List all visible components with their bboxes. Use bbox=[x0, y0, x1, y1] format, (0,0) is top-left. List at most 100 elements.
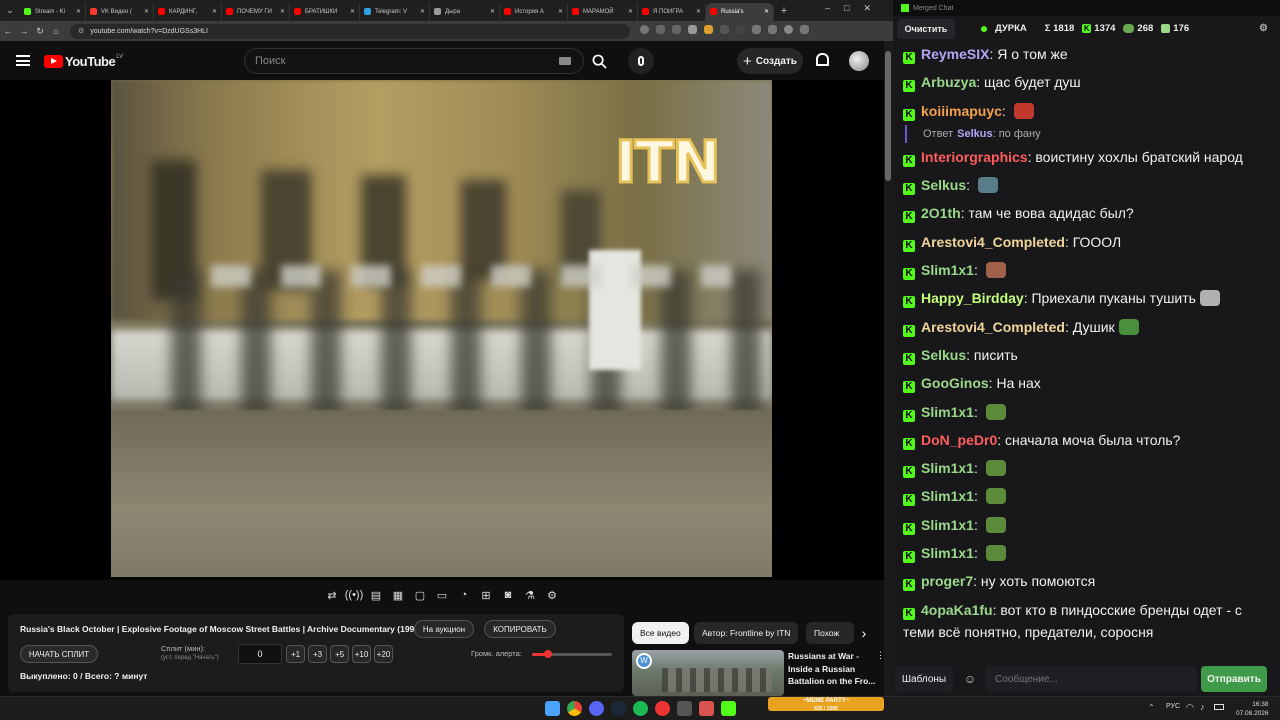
keyboard-icon[interactable] bbox=[559, 57, 571, 65]
copy-button[interactable]: КОПИРОВАТЬ bbox=[484, 620, 556, 638]
spotify-icon[interactable] bbox=[633, 701, 648, 716]
reload-icon[interactable]: ↻ bbox=[32, 26, 48, 37]
scrollbar-thumb[interactable] bbox=[885, 51, 891, 181]
chat-username[interactable]: Selkus bbox=[921, 347, 966, 363]
filmstrip-icon[interactable]: ▭ bbox=[434, 587, 450, 603]
chip-author[interactable]: Автор: Frontline by ITN bbox=[694, 622, 799, 644]
search-button[interactable] bbox=[584, 48, 614, 74]
chat-username[interactable]: 4opaKa1fu bbox=[921, 602, 993, 618]
tab-close-icon[interactable]: ✕ bbox=[350, 8, 355, 15]
minimize-icon[interactable]: – bbox=[825, 3, 844, 13]
language-indicator[interactable]: РУС bbox=[1166, 703, 1180, 710]
tab-10[interactable]: Я ПОИГРА ✕ bbox=[638, 2, 706, 21]
split-add-button[interactable]: +5 bbox=[330, 645, 349, 663]
voice-search-button[interactable] bbox=[628, 48, 654, 74]
alert-volume-slider[interactable] bbox=[532, 650, 612, 658]
tab-5[interactable]: БРАТИШКИ ✕ bbox=[290, 2, 360, 21]
tab-close-icon[interactable]: ✕ bbox=[280, 8, 285, 15]
chat-username[interactable]: koiiimapuyc bbox=[921, 103, 1002, 119]
chat-username[interactable]: Arestovi4_Completed bbox=[921, 234, 1065, 250]
chat-username[interactable]: Selkus bbox=[921, 177, 966, 193]
tab-close-icon[interactable]: ✕ bbox=[76, 8, 81, 15]
send-button[interactable]: Отправить bbox=[1201, 666, 1267, 692]
tab-3[interactable]: КАРДИНГ, ✕ bbox=[154, 2, 222, 21]
search-input[interactable]: Поиск bbox=[244, 48, 584, 74]
tab-search-icon[interactable]: ⌄ bbox=[0, 5, 20, 16]
tab-4[interactable]: ПОЧЕМУ ГИ ✕ bbox=[222, 2, 290, 21]
tab-close-icon[interactable]: ✕ bbox=[144, 8, 149, 15]
extension-icon-3[interactable] bbox=[720, 25, 729, 34]
meme-party-widget[interactable]: ~MEME PARTY~ 625 / 1500 bbox=[768, 697, 884, 712]
create-button[interactable]: + Создать bbox=[737, 48, 803, 74]
url-field[interactable]: ⚙ youtube.com/watch?v=DzdUGSs3HLI bbox=[70, 23, 630, 39]
related-more-icon[interactable]: ⋮ bbox=[876, 650, 884, 661]
discord-icon[interactable] bbox=[589, 701, 604, 716]
extension-icon-4[interactable] bbox=[736, 25, 745, 34]
chat-username[interactable]: Happy_Birdday bbox=[921, 290, 1024, 306]
video-player[interactable]: ITN bbox=[0, 80, 884, 580]
home-icon[interactable]: ⌂ bbox=[48, 26, 64, 36]
steam-icon[interactable] bbox=[611, 701, 626, 716]
chat-username[interactable]: Slim1x1 bbox=[921, 404, 974, 420]
add-frame-icon[interactable]: ⊞ bbox=[478, 587, 494, 603]
gear-icon[interactable]: ⚙ bbox=[544, 587, 560, 603]
speedometer-icon[interactable]: ◔ bbox=[456, 587, 472, 603]
profile-icon[interactable] bbox=[784, 25, 793, 34]
split-add-button[interactable]: +20 bbox=[374, 645, 393, 663]
hamburger-menu-icon[interactable] bbox=[16, 55, 30, 66]
split-add-button[interactable]: +3 bbox=[308, 645, 327, 663]
kick-app-icon[interactable] bbox=[721, 701, 736, 716]
chat-settings-icon[interactable]: ⚙ bbox=[1259, 23, 1268, 34]
browser-menu-icon[interactable] bbox=[800, 25, 809, 34]
chat-username[interactable]: Slim1x1 bbox=[921, 488, 974, 504]
chip-similar[interactable]: Похож bbox=[806, 622, 854, 644]
extension-icon-2[interactable] bbox=[704, 25, 713, 34]
terminal-icon[interactable] bbox=[677, 701, 692, 716]
opera-icon[interactable] bbox=[655, 701, 670, 716]
tab-close-icon[interactable]: ✕ bbox=[696, 8, 701, 15]
tab-6[interactable]: Telegram: V ✕ bbox=[360, 2, 430, 21]
bookmark-star-icon[interactable] bbox=[672, 25, 681, 34]
alert-volume-knob[interactable] bbox=[544, 650, 552, 658]
youtube-logo[interactable]: YouTube LV bbox=[44, 54, 123, 69]
reply-user[interactable]: Selkus bbox=[957, 128, 992, 140]
clapper-icon[interactable]: ▦ bbox=[390, 587, 406, 603]
start-split-button[interactable]: НАЧАТЬ СПЛИТ bbox=[20, 645, 98, 663]
split-minutes-input[interactable]: 0 bbox=[238, 644, 282, 664]
related-thumbnail[interactable]: W bbox=[632, 650, 784, 696]
video-frame[interactable]: ITN bbox=[111, 80, 772, 577]
volume-icon[interactable]: ♪ bbox=[1200, 702, 1205, 712]
maximize-icon[interactable]: □ bbox=[844, 3, 863, 13]
tab-2[interactable]: VK Видео (✕ bbox=[86, 2, 154, 21]
tab-close-icon[interactable]: ✕ bbox=[420, 8, 425, 15]
tab-close-icon[interactable]: ✕ bbox=[628, 8, 633, 15]
close-window-icon[interactable]: ✕ bbox=[863, 3, 885, 13]
tab-close-icon[interactable]: ✕ bbox=[558, 8, 563, 15]
chat-username[interactable]: Slim1x1 bbox=[921, 517, 974, 533]
chip-all-videos[interactable]: Все видео bbox=[632, 622, 689, 644]
fullscreen-frame-icon[interactable]: ▢ bbox=[412, 587, 428, 603]
battery-icon[interactable] bbox=[1214, 704, 1224, 710]
site-info-icon[interactable]: ⚙ bbox=[78, 27, 84, 35]
clock[interactable]: 16:38 07.08.2026 bbox=[1236, 700, 1269, 718]
page-scrollbar[interactable] bbox=[884, 41, 893, 696]
avatar[interactable] bbox=[849, 51, 869, 71]
wifi-icon[interactable]: ◠ bbox=[1186, 702, 1194, 713]
chrome-icon[interactable] bbox=[567, 701, 582, 716]
message-input[interactable]: Сообщение... bbox=[985, 666, 1197, 692]
chat-username[interactable]: 2O1th bbox=[921, 205, 961, 221]
chat-username[interactable]: Slim1x1 bbox=[921, 545, 974, 561]
split-add-button[interactable]: +1 bbox=[286, 645, 305, 663]
chat-username[interactable]: proger7 bbox=[921, 573, 973, 589]
obs-icon[interactable] bbox=[699, 701, 714, 716]
extension-icon-1[interactable] bbox=[688, 25, 697, 34]
video-settings-icon[interactable]: ▤ bbox=[368, 587, 384, 603]
tab-9[interactable]: МАРАМОЙ ✕ bbox=[568, 2, 638, 21]
chat-username[interactable]: Slim1x1 bbox=[921, 262, 974, 278]
chat-username[interactable]: DoN_peDr0 bbox=[921, 432, 997, 448]
flask-icon[interactable]: ⚗ bbox=[522, 587, 538, 603]
related-title[interactable]: Russians at War - Inside a Russian Batta… bbox=[788, 650, 875, 688]
screenshot-camera-icon[interactable]: ◙ bbox=[500, 587, 516, 603]
audio-broadcast-icon[interactable]: ((•)) bbox=[345, 587, 364, 603]
back-icon[interactable]: ← bbox=[0, 26, 16, 36]
